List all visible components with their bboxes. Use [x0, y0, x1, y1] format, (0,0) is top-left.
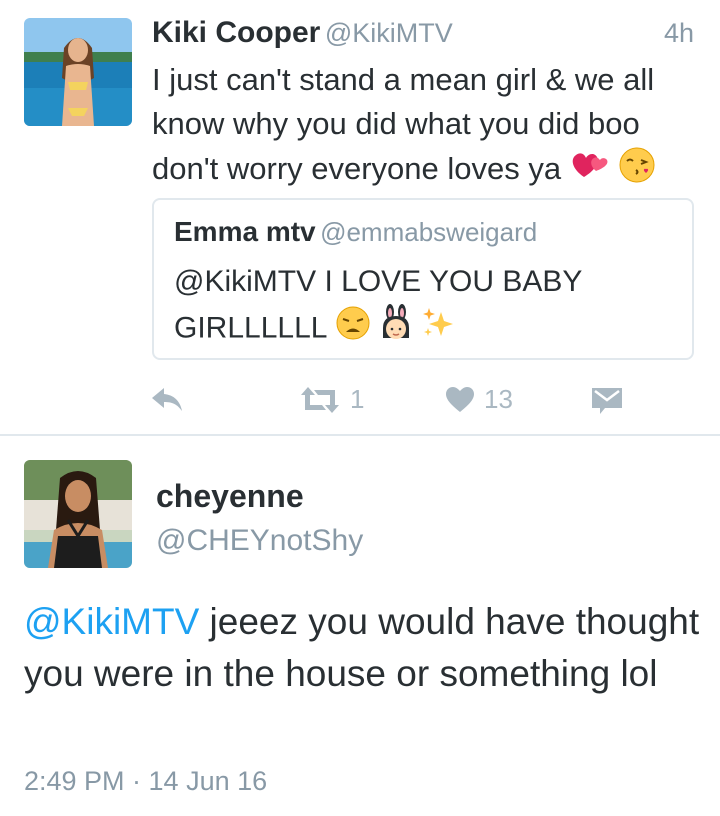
mention-link[interactable]: @KikiMTV	[24, 601, 199, 642]
quoted-mention: @KikiMTV	[174, 265, 317, 298]
quoted-text-line2: GIRLLLLLL	[174, 311, 327, 345]
author-name[interactable]: Kiki Cooper	[152, 16, 320, 49]
weary-face-icon	[335, 305, 371, 354]
avatar-cheyenne[interactable]	[24, 460, 132, 568]
quoted-tweet-card[interactable]: Emma mtv @emmabsweigard @KikiMTV I LOVE …	[152, 198, 694, 360]
quoted-text: @KikiMTV I LOVE YOU BABY GIRLLLLLL	[174, 260, 674, 355]
reply-icon	[152, 388, 182, 411]
sparkles-icon	[421, 306, 455, 353]
direct-message-icon	[592, 388, 622, 414]
reply-button[interactable]	[150, 384, 184, 414]
retweet-button[interactable]: 1	[300, 384, 364, 415]
bunny-girl-icon	[379, 304, 413, 355]
quoted-author-handle: @emmabsweigard	[320, 217, 538, 247]
divider	[0, 434, 720, 436]
tweet-text: @KikiMTV jeeez you would have thought yo…	[24, 596, 704, 700]
like-button[interactable]: 13	[446, 384, 513, 415]
avatar-kiki[interactable]	[24, 18, 132, 126]
heart-icon	[446, 386, 474, 412]
tweet-time[interactable]: 4h	[664, 18, 694, 49]
author-handle[interactable]: @KikiMTV	[325, 18, 453, 48]
tweet-text: I just can't stand a mean girl & we all …	[152, 58, 692, 196]
direct-message-button[interactable]	[592, 386, 622, 414]
tweet-header: Kiki Cooper @KikiMTV	[152, 16, 453, 50]
quoted-author-name: Emma mtv	[174, 216, 316, 247]
avatar-photo-icon	[24, 460, 132, 568]
quoted-header: Emma mtv @emmabsweigard	[174, 216, 537, 248]
like-count: 13	[484, 384, 513, 414]
retweet-count: 1	[350, 384, 365, 414]
kissing-face-icon	[618, 146, 656, 196]
tweet-timestamp: 2:49 PM · 14 Jun 16	[24, 766, 268, 796]
avatar-photo-icon	[24, 18, 132, 126]
quoted-text-line1: I LOVE YOU BABY	[324, 265, 583, 298]
two-hearts-icon	[570, 147, 610, 195]
author-name[interactable]: cheyenne	[156, 478, 304, 515]
author-handle[interactable]: @CHEYnotShy	[156, 524, 363, 558]
retweet-icon	[301, 386, 339, 413]
